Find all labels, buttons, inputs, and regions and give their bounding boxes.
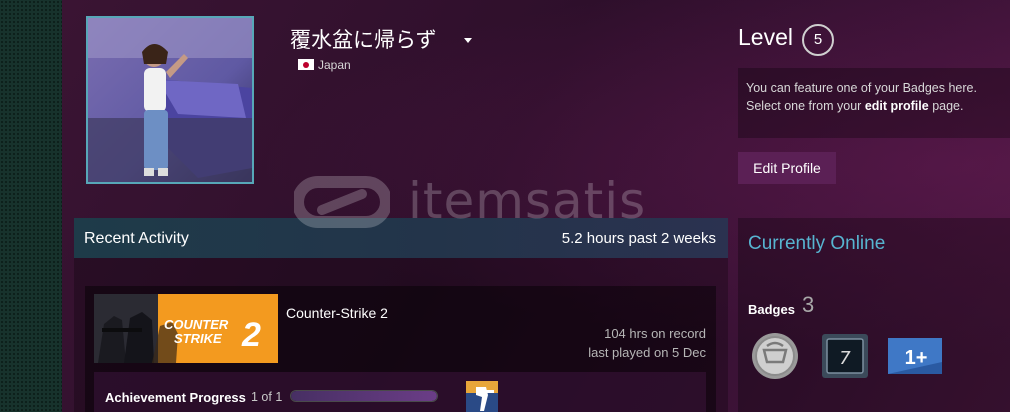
achievement-count: 1 of 1 — [251, 390, 283, 404]
edit-profile-link[interactable]: edit profile — [865, 99, 929, 113]
flag-japan-icon — [298, 59, 314, 70]
recent-activity-hours: 5.2 hours past 2 weeks — [561, 230, 716, 247]
featured-badge-note: You can feature one of your Badges here.… — [738, 68, 1010, 138]
achievement-progress-fill — [291, 391, 437, 401]
badges-label[interactable]: Badges — [748, 302, 795, 317]
edit-profile-button[interactable]: Edit Profile — [738, 152, 836, 184]
name-dropdown-caret-icon[interactable] — [464, 38, 472, 43]
recent-activity-header: Recent Activity 5.2 hours past 2 weeks — [74, 218, 728, 258]
recent-activity-title[interactable]: Recent Activity — [84, 230, 189, 248]
capsule-number: 2 — [241, 316, 261, 354]
achievement-icon[interactable] — [466, 381, 498, 412]
profile-avatar[interactable] — [86, 16, 254, 184]
game-name-link[interactable]: Counter-Strike 2 — [286, 305, 388, 321]
country-name: Japan — [318, 58, 351, 72]
persona-name: 覆水盆に帰らず — [290, 28, 437, 52]
last-played: last played on 5 Dec — [588, 345, 706, 360]
capsule-title-line1: COUNTER — [164, 317, 229, 332]
achievement-progress-label[interactable]: Achievement Progress — [105, 390, 246, 405]
left-background-strip — [0, 0, 62, 412]
one-plus-badge-icon[interactable]: 1+ — [888, 332, 942, 380]
badge-note-line1: You can feature one of your Badges here. — [746, 81, 977, 95]
level-badge[interactable]: 5 — [802, 24, 834, 56]
achievement-progress-bar — [290, 390, 438, 402]
cs2-capsule-image[interactable]: COUNTER STRIKE 2 — [94, 294, 278, 363]
years-of-service-badge-icon[interactable]: 7 — [820, 332, 872, 380]
badge-note-line2: Select one from your edit profile page. — [746, 99, 964, 113]
badges-count[interactable]: 3 — [802, 292, 814, 318]
online-status: Currently Online — [748, 233, 886, 254]
level-label: Level — [738, 24, 793, 50]
capsule-title-line2: STRIKE — [174, 331, 222, 346]
silver-coin-badge-icon[interactable] — [749, 332, 801, 380]
hours-on-record: 104 hrs on record — [604, 326, 706, 341]
years-badge-number: 7 — [839, 348, 851, 369]
profile-location: Japan — [298, 58, 351, 72]
one-plus-badge-text: 1+ — [905, 347, 928, 369]
